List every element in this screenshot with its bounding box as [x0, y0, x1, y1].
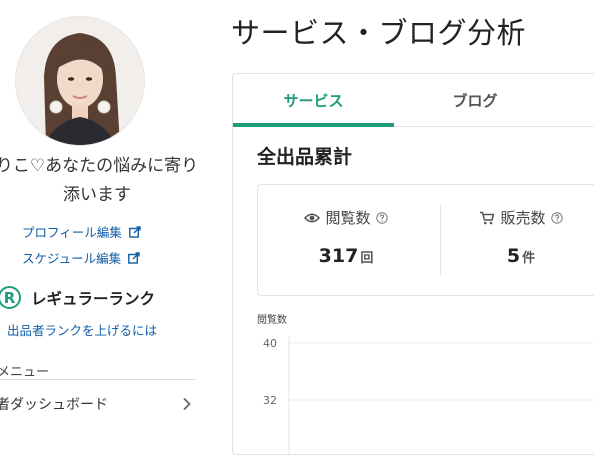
stat-views: 閲覧数 317 回 [266, 185, 426, 295]
eye-icon [304, 212, 321, 223]
stat-views-value-row: 317 回 [266, 245, 426, 267]
stat-views-label: 閲覧数 [325, 209, 371, 227]
chart-ylabel: 閲覧数 [257, 313, 287, 326]
edit-schedule-label: スケジュール編集 [22, 251, 122, 266]
tab-services[interactable]: サービス [233, 74, 394, 127]
views-chart-svg: 閲覧数 40 32 [257, 313, 594, 454]
analysis-panel: サービス ブログ 全出品累計 閲覧数 317 回 販売数 5 件 閲覧数 40 … [232, 73, 594, 455]
stat-sales-label-row: 販売数 [441, 207, 594, 228]
tab-bar: サービス ブログ [233, 74, 594, 127]
external-edit-icon [128, 251, 140, 264]
chevron-right-icon [183, 397, 191, 411]
stat-sales-label: 販売数 [500, 209, 546, 227]
stat-sales-value-row: 5件 [441, 245, 594, 267]
menu-item-label: 者ダッシュボード [0, 397, 108, 413]
menu-heading: メニュー [0, 365, 50, 380]
cart-icon [480, 211, 495, 224]
menu-divider [0, 379, 195, 380]
avatar[interactable] [15, 16, 145, 146]
stat-views-label-row: 閲覧数 [266, 207, 426, 228]
help-icon[interactable] [550, 211, 563, 224]
rank-badge-icon: R [0, 286, 21, 309]
views-chart: 閲覧数 40 32 [233, 304, 594, 454]
rank-upgrade-link[interactable]: 出品者ランクを上げるには [7, 320, 157, 339]
tab-blog[interactable]: ブログ [394, 74, 556, 126]
stat-sales: 販売数 5件 [441, 185, 594, 295]
rank-label: レギュラーランク [31, 289, 156, 308]
external-edit-icon [128, 225, 141, 238]
profile-name: りこ♡あなたの悩みに寄り添います [0, 156, 199, 205]
stats-card: 閲覧数 317 回 販売数 5 件 [257, 184, 594, 296]
help-icon[interactable] [375, 211, 388, 224]
menu-item-dashboard[interactable]: 者ダッシュボード [0, 392, 194, 416]
rank-row: R レギュラーランク [0, 286, 155, 309]
sidebar: りこ♡あなたの悩みに寄り添います プロフィール編集 スケジュール編集 R レギュ… [0, 0, 205, 434]
stat-sales-value: 5 [506, 245, 521, 267]
stat-views-unit: 回 [360, 251, 374, 266]
summary-title: 全出品累計 [257, 146, 353, 168]
stat-views-value: 317 [318, 245, 359, 267]
chart-y-tick-label: 40 [263, 337, 277, 350]
chart-y-tick-label: 32 [263, 394, 277, 407]
edit-schedule-link[interactable]: スケジュール編集 [22, 248, 140, 267]
avatar-photo [16, 17, 144, 145]
edit-profile-label: プロフィール編集 [22, 225, 122, 240]
edit-profile-link[interactable]: プロフィール編集 [22, 222, 141, 241]
page-title: サービス・ブログ分析 [231, 16, 527, 50]
stat-sales-unit: 件 [522, 251, 536, 266]
